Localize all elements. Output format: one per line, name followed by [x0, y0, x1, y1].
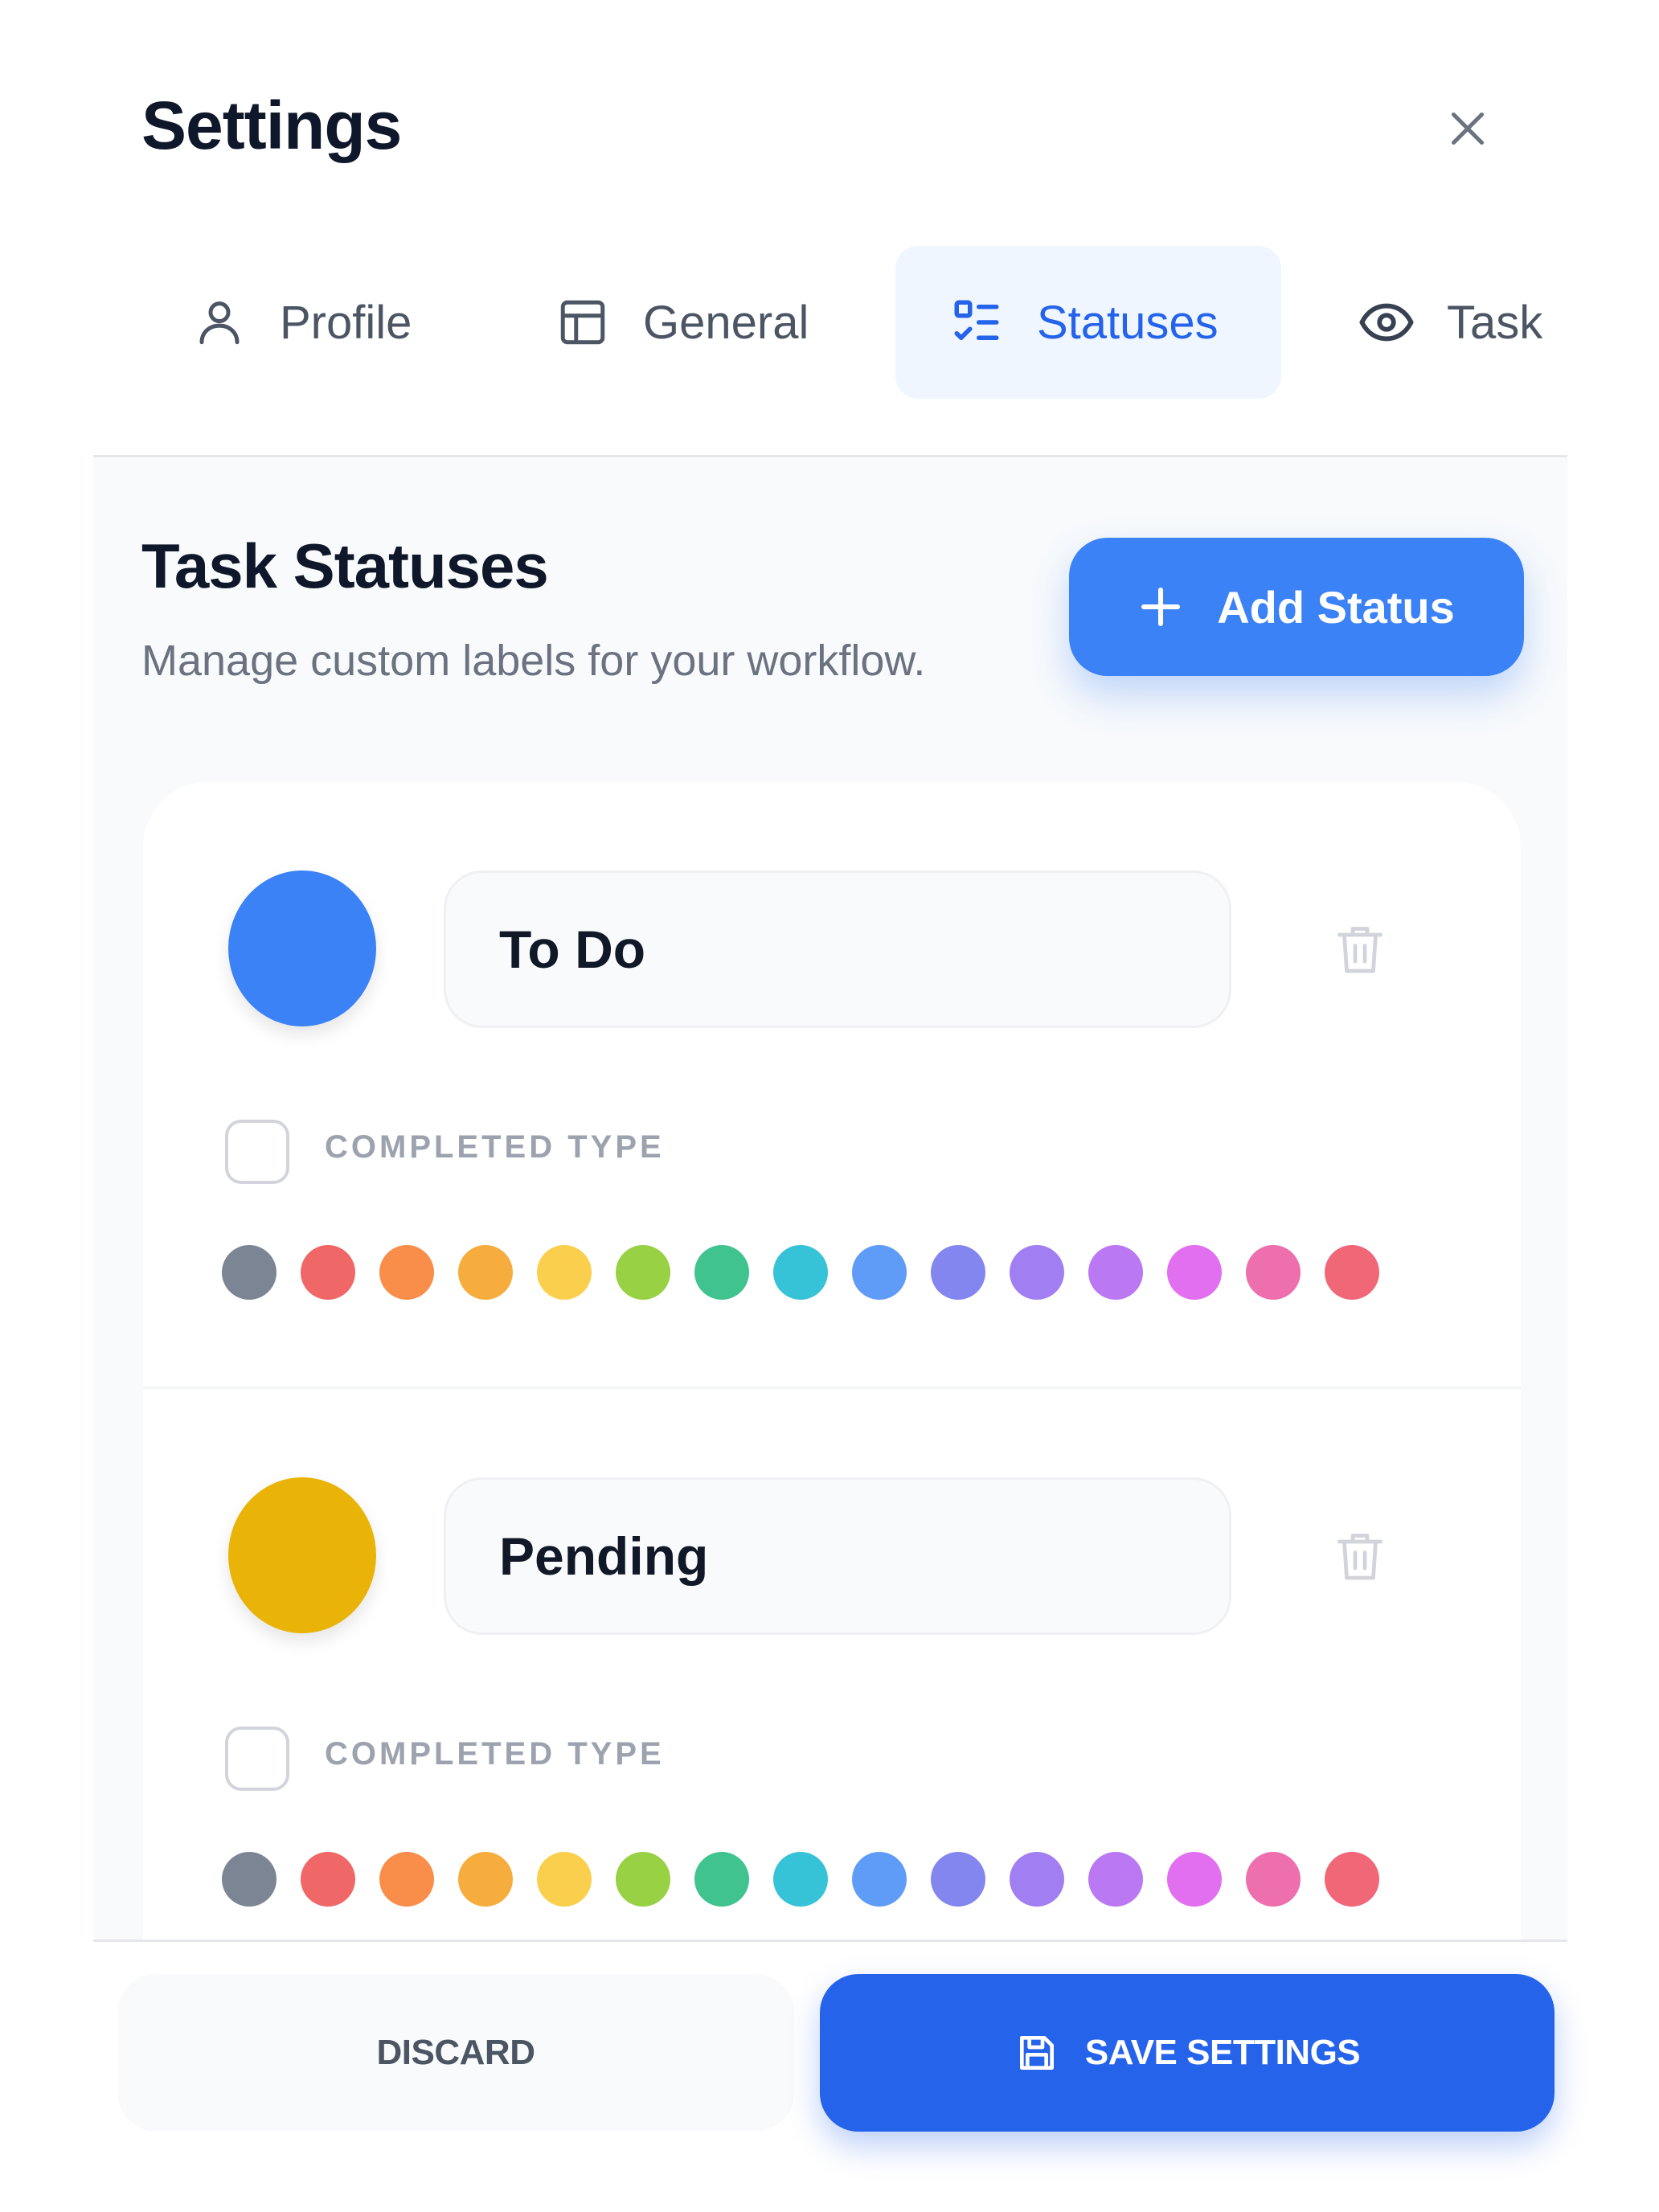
- status-item: COMPLETED TYPE: [143, 1387, 1521, 1940]
- color-swatch[interactable]: [1325, 1245, 1379, 1300]
- close-icon: [1452, 113, 1484, 145]
- delete-status-button[interactable]: [1320, 909, 1400, 989]
- statuses-panel: Task Statuses Manage custom labels for y…: [93, 457, 1567, 1940]
- section-subtitle: Manage custom labels for your workflow.: [141, 637, 926, 685]
- color-swatch[interactable]: [537, 1245, 592, 1300]
- color-palette: [222, 1245, 1403, 1301]
- tab-statuses[interactable]: Statuses: [895, 246, 1281, 399]
- save-icon: [1014, 2030, 1059, 2075]
- color-swatch[interactable]: [379, 1852, 434, 1907]
- color-swatch[interactable]: [222, 1245, 276, 1300]
- plus-icon: [1141, 587, 1181, 627]
- color-swatch[interactable]: [773, 1852, 828, 1907]
- tab-profile[interactable]: Profile: [191, 246, 412, 399]
- color-swatch[interactable]: [458, 1245, 513, 1300]
- color-swatch[interactable]: [1246, 1852, 1301, 1907]
- tab-task[interactable]: Task: [1358, 246, 1542, 399]
- color-swatch[interactable]: [1010, 1245, 1064, 1300]
- tab-general[interactable]: General: [555, 246, 809, 399]
- color-swatch[interactable]: [1088, 1245, 1143, 1300]
- color-swatch[interactable]: [616, 1245, 670, 1300]
- modal-footer: DISCARD SAVE SETTINGS: [93, 1940, 1567, 2165]
- tab-label: General: [643, 296, 809, 349]
- tab-label: Task: [1447, 296, 1543, 349]
- color-swatch[interactable]: [1325, 1852, 1379, 1907]
- section-title: Task Statuses: [141, 530, 549, 601]
- color-swatch[interactable]: [1088, 1852, 1143, 1907]
- page-title: Settings: [141, 88, 402, 163]
- completed-type-checkbox[interactable]: [225, 1120, 289, 1184]
- eye-icon: [1358, 294, 1415, 350]
- color-swatch[interactable]: [694, 1852, 749, 1907]
- settings-tabs: Profile General Statuses Task: [0, 241, 1567, 407]
- settings-modal: Settings Profile General Statuses Task T…: [0, 0, 1659, 2212]
- color-swatch[interactable]: [1010, 1852, 1064, 1907]
- color-swatch[interactable]: [222, 1852, 276, 1907]
- color-swatch[interactable]: [852, 1852, 907, 1907]
- color-swatch[interactable]: [537, 1852, 592, 1907]
- color-swatch[interactable]: [301, 1852, 355, 1907]
- user-icon: [191, 294, 248, 350]
- color-swatch[interactable]: [1167, 1852, 1222, 1907]
- delete-status-button[interactable]: [1320, 1516, 1400, 1596]
- completed-type-checkbox[interactable]: [225, 1727, 289, 1791]
- save-settings-label: SAVE SETTINGS: [1084, 2033, 1361, 2072]
- trash-icon: [1337, 927, 1382, 973]
- color-swatch[interactable]: [616, 1852, 670, 1907]
- tab-label: Profile: [280, 296, 412, 349]
- close-button[interactable]: [1437, 98, 1498, 159]
- status-item: COMPLETED TYPE: [143, 782, 1521, 1387]
- save-settings-button[interactable]: SAVE SETTINGS: [820, 1974, 1555, 2132]
- status-color-dot[interactable]: [228, 870, 376, 1026]
- checklist-icon: [948, 294, 1005, 350]
- layout-icon: [555, 294, 611, 350]
- status-color-dot[interactable]: [228, 1477, 376, 1633]
- completed-type-label: COMPLETED TYPE: [325, 1129, 665, 1165]
- color-swatch[interactable]: [1167, 1245, 1222, 1300]
- color-swatch[interactable]: [931, 1852, 985, 1907]
- color-swatch[interactable]: [694, 1245, 749, 1300]
- trash-icon: [1337, 1534, 1382, 1580]
- color-swatch[interactable]: [852, 1245, 907, 1300]
- color-swatch[interactable]: [458, 1852, 513, 1907]
- color-swatch[interactable]: [301, 1245, 355, 1300]
- color-swatch[interactable]: [379, 1245, 434, 1300]
- status-name-input[interactable]: [444, 1477, 1231, 1635]
- color-palette: [222, 1852, 1403, 1908]
- add-status-label: Add Status: [1217, 581, 1455, 633]
- status-name-input[interactable]: [444, 870, 1231, 1028]
- add-status-button[interactable]: Add Status: [1069, 538, 1524, 676]
- tab-label: Statuses: [1037, 296, 1219, 349]
- color-swatch[interactable]: [773, 1245, 828, 1300]
- color-swatch[interactable]: [931, 1245, 985, 1300]
- status-list-card: COMPLETED TYPE COMPLETED TYPE: [143, 782, 1521, 1940]
- completed-type-label: COMPLETED TYPE: [325, 1736, 665, 1772]
- color-swatch[interactable]: [1246, 1245, 1301, 1300]
- discard-button[interactable]: DISCARD: [117, 1974, 794, 2132]
